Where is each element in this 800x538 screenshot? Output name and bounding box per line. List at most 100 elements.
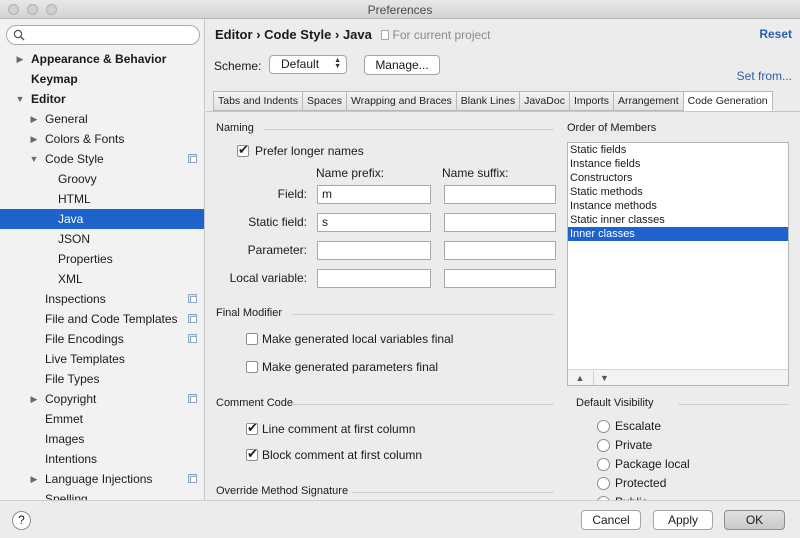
help-button[interactable]: ? — [12, 511, 31, 530]
sidebar-item-label: Spelling — [45, 492, 88, 500]
parameters-final-label: Make generated parameters final — [262, 360, 439, 374]
sidebar-item-copyright[interactable]: ▶ Copyright — [0, 389, 204, 409]
search-input[interactable] — [6, 25, 200, 45]
sidebar-item-label: Code Style — [45, 152, 104, 166]
project-copy-icon — [188, 394, 197, 403]
expand-right-icon[interactable]: ▶ — [28, 129, 40, 149]
static-field-prefix-input[interactable]: s — [317, 213, 431, 232]
visibility-protected-radio[interactable] — [597, 477, 610, 490]
expand-down-icon[interactable]: ▼ — [14, 89, 26, 109]
expand-right-icon[interactable]: ▶ — [28, 109, 40, 129]
sidebar-item-java[interactable]: Java — [0, 209, 204, 229]
order-item-static-inner-classes[interactable]: Static inner classes — [568, 213, 788, 227]
parameters-final-checkbox[interactable] — [246, 361, 258, 373]
sidebar-item-keymap[interactable]: Keymap — [0, 69, 204, 89]
settings-sidebar: ▶ Appearance & Behavior Keymap ▼ Editor ▶ Gene… — [0, 19, 205, 500]
project-scope-note: For current project — [381, 28, 491, 42]
apply-button[interactable]: Apply — [653, 510, 713, 530]
sidebar-item-label: Keymap — [31, 72, 78, 86]
expand-right-icon[interactable]: ▶ — [28, 469, 40, 489]
sidebar-item-emmet[interactable]: Emmet — [0, 409, 204, 429]
sidebar-item-general[interactable]: ▶ General — [0, 109, 204, 129]
parameter-prefix-input[interactable] — [317, 241, 431, 260]
expand-down-icon[interactable]: ▼ — [28, 149, 40, 169]
sidebar-item-label: Colors & Fonts — [45, 132, 125, 146]
comment-code-title: Comment Code — [216, 397, 294, 409]
sidebar-item-live-templates[interactable]: Live Templates — [0, 349, 204, 369]
order-item-static-methods[interactable]: Static methods — [568, 185, 788, 199]
sidebar-item-language-injections[interactable]: ▶ Language Injections — [0, 469, 204, 489]
window-title: Preferences — [367, 3, 433, 17]
sidebar-item-spelling[interactable]: Spelling — [0, 489, 204, 500]
sidebar-item-inspections[interactable]: Inspections — [0, 289, 204, 309]
breadcrumb-separator: › — [334, 27, 340, 42]
sidebar-item-file-encodings[interactable]: File Encodings — [0, 329, 204, 349]
prefer-longer-names-label: Prefer longer names — [255, 144, 364, 158]
order-item-constructors[interactable]: Constructors — [568, 171, 788, 185]
sidebar-item-groovy[interactable]: Groovy — [0, 169, 204, 189]
sidebar-item-file-and-code-templates[interactable]: File and Code Templates — [0, 309, 204, 329]
sidebar-item-html[interactable]: HTML — [0, 189, 204, 209]
tab-javadoc[interactable]: JavaDoc — [520, 91, 570, 111]
project-copy-icon — [188, 294, 197, 303]
scheme-select[interactable]: Default ▲ ▼ — [269, 55, 347, 74]
sidebar-item-colors-and-fonts[interactable]: ▶ Colors & Fonts — [0, 129, 204, 149]
tab-code-generation[interactable]: Code Generation — [683, 91, 773, 111]
field-prefix-input[interactable]: m — [317, 185, 431, 204]
sidebar-item-label: Intentions — [45, 452, 98, 466]
order-item-instance-fields[interactable]: Instance fields — [568, 157, 788, 171]
tab-wrapping-and-braces[interactable]: Wrapping and Braces — [347, 91, 457, 111]
local-variables-final-label: Make generated local variables final — [262, 332, 454, 346]
visibility-private-radio[interactable] — [597, 439, 610, 452]
prefer-longer-names-checkbox[interactable] — [237, 142, 249, 158]
block-comment-label: Block comment at first column — [262, 448, 423, 462]
sidebar-item-images[interactable]: Images — [0, 429, 204, 449]
order-item-static-fields[interactable]: Static fields — [568, 143, 788, 157]
tab-tabs-and-indents[interactable]: Tabs and Indents — [213, 91, 303, 111]
block-comment-checkbox[interactable] — [246, 446, 258, 462]
tab-spaces[interactable]: Spaces — [302, 91, 348, 111]
local-variables-final-checkbox[interactable] — [246, 333, 258, 345]
sidebar-item-json[interactable]: JSON — [0, 229, 204, 249]
static-field-suffix-input[interactable] — [444, 213, 556, 232]
tab-blank-lines[interactable]: Blank Lines — [456, 91, 521, 111]
local-variable-prefix-input[interactable] — [317, 269, 431, 288]
sidebar-item-label: Groovy — [58, 172, 97, 186]
sidebar-item-properties[interactable]: Properties — [0, 249, 204, 269]
manage-button[interactable]: Manage... — [364, 55, 440, 75]
breadcrumb-java: Java — [342, 27, 372, 42]
reset-link[interactable]: Reset — [759, 27, 792, 41]
tab-arrangement[interactable]: Arrangement — [613, 91, 684, 111]
tab-imports[interactable]: Imports — [569, 91, 614, 111]
line-comment-checkbox[interactable] — [246, 420, 258, 436]
local-variable-suffix-input[interactable] — [444, 269, 556, 288]
breadcrumb-separator: › — [256, 27, 261, 42]
visibility-escalate-radio[interactable] — [597, 420, 610, 433]
sidebar-item-label: JSON — [58, 232, 91, 246]
sidebar-item-editor[interactable]: ▼ Editor — [0, 89, 204, 109]
order-item-instance-methods[interactable]: Instance methods — [568, 199, 788, 213]
sidebar-item-xml[interactable]: XML — [0, 269, 204, 289]
expand-right-icon[interactable]: ▶ — [28, 389, 40, 409]
cancel-button[interactable]: Cancel — [581, 510, 641, 530]
ok-button[interactable]: OK — [724, 510, 785, 530]
comment-code-section-title: Comment Code — [216, 397, 293, 409]
move-up-button[interactable]: ▲ — [569, 371, 591, 385]
order-item-inner-classes[interactable]: Inner classes — [568, 227, 788, 241]
sidebar-item-code-style[interactable]: ▼ Code Style — [0, 149, 204, 169]
main-panel: Editor › Code Style › Java For current p… — [206, 19, 800, 509]
naming-row-label: Field: — [277, 187, 307, 201]
sidebar-item-appearance-and-behavior[interactable]: ▶ Appearance & Behavior — [0, 49, 204, 69]
sidebar-item-intentions[interactable]: Intentions — [0, 449, 204, 469]
sidebar-item-label: Properties — [58, 252, 113, 266]
expand-right-icon[interactable]: ▶ — [14, 49, 26, 69]
line-comment-label: Line comment at first column — [262, 422, 416, 436]
order-of-members-list[interactable]: Static fields Instance fields Constructors… — [567, 142, 789, 370]
parameter-suffix-input[interactable] — [444, 241, 556, 260]
field-suffix-input[interactable] — [444, 185, 556, 204]
visibility-package-local-radio[interactable] — [597, 458, 610, 471]
sidebar-item-file-types[interactable]: File Types — [0, 369, 204, 389]
divider — [678, 404, 789, 405]
move-down-button[interactable]: ▼ — [593, 371, 615, 385]
set-from-link[interactable]: Set from... — [737, 69, 792, 83]
